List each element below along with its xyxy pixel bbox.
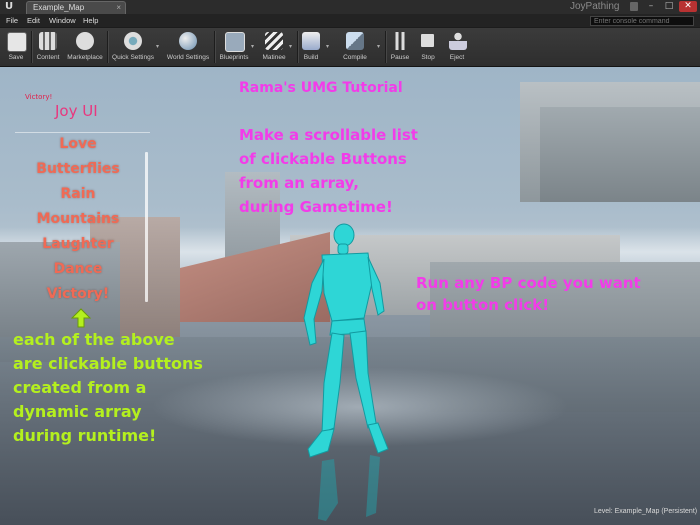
list-scrollbar[interactable] — [145, 152, 148, 302]
list-button-victory[interactable]: Victory! — [18, 286, 138, 302]
explanation-line: each of the above — [13, 330, 175, 349]
close-window-button[interactable]: ✕ — [679, 1, 697, 12]
matinee-dropdown-icon[interactable]: ▾ — [289, 43, 292, 50]
compile-label: Compile — [343, 54, 367, 61]
menu-bar: File Edit Window Help — [0, 14, 700, 27]
minimize-button[interactable]: – — [642, 1, 660, 12]
world-settings-label: World Settings — [166, 54, 210, 61]
toolbar-separator — [385, 31, 387, 63]
level-viewport[interactable]: Victory! Joy UI Love Butterflies Rain Mo… — [0, 67, 700, 525]
build-label: Build — [303, 54, 319, 61]
compile-icon — [346, 32, 364, 50]
bp-note-line: on button click! — [416, 296, 550, 314]
toolbar-separator — [107, 31, 109, 63]
explanation-line: dynamic array — [13, 402, 142, 421]
toolbar-separator — [31, 31, 33, 63]
menu-edit[interactable]: Edit — [27, 14, 40, 27]
tab-close-icon[interactable]: × — [116, 2, 121, 14]
stop-label: Stop — [421, 54, 435, 61]
list-button-dance[interactable]: Dance — [18, 261, 138, 277]
description-line: during Gametime! — [239, 198, 393, 216]
blueprints-dropdown-icon[interactable]: ▾ — [251, 43, 254, 50]
save-button[interactable]: Save — [4, 28, 28, 66]
description-line: of clickable Buttons — [239, 150, 407, 168]
menu-window[interactable]: Window — [49, 14, 76, 27]
marketplace-label: Marketplace — [67, 54, 103, 61]
toolbar: Save Content Marketplace Quick Settings … — [0, 28, 700, 67]
list-button-mountains[interactable]: Mountains — [18, 211, 138, 227]
description-line: Make a scrollable list — [239, 126, 418, 144]
stop-button[interactable]: Stop — [417, 28, 439, 66]
list-button-butterflies[interactable]: Butterflies — [18, 161, 138, 177]
pause-icon — [391, 32, 409, 50]
eject-label: Eject — [449, 54, 465, 61]
explanation-line: created from a — [13, 378, 147, 397]
save-icon — [7, 32, 27, 52]
pause-label: Pause — [390, 54, 410, 61]
eject-icon — [449, 32, 467, 50]
matinee-icon — [265, 32, 283, 50]
blueprints-icon — [225, 32, 245, 52]
list-button-love[interactable]: Love — [18, 136, 138, 152]
victory-small-text: Victory! — [25, 93, 53, 101]
tutorial-title: Rama's UMG Tutorial — [239, 80, 403, 96]
scene-block — [540, 107, 700, 202]
content-label: Content — [36, 54, 60, 61]
maximize-button[interactable]: □ — [660, 1, 678, 12]
marketplace-icon — [76, 32, 94, 50]
bp-note-line: Run any BP code you want — [416, 274, 641, 292]
blueprints-label: Blueprints — [219, 54, 249, 61]
content-button[interactable]: Content — [35, 28, 61, 66]
quick-settings-button[interactable]: Quick Settings — [110, 28, 156, 66]
compile-button[interactable]: Compile — [340, 28, 370, 66]
build-button[interactable]: Build — [300, 28, 322, 66]
matinee-button[interactable]: Matinee — [259, 28, 289, 66]
toolbar-separator — [214, 31, 216, 63]
menu-help[interactable]: Help — [83, 14, 98, 27]
explanation-line: are clickable buttons — [13, 354, 203, 373]
document-tab-label: Example_Map — [33, 3, 85, 12]
matinee-label: Matinee — [262, 54, 286, 61]
notification-icon[interactable] — [630, 2, 638, 11]
document-tab[interactable]: Example_Map × — [26, 1, 126, 14]
stop-icon — [421, 34, 434, 47]
title-bar: U Example_Map × JoyPathing – □ ✕ — [0, 0, 700, 15]
list-button-laughter[interactable]: Laughter — [18, 236, 138, 252]
console-command-input[interactable] — [590, 16, 694, 26]
build-icon — [302, 32, 320, 50]
joy-ui-title: Joy UI — [55, 102, 98, 120]
world-settings-icon — [179, 32, 197, 50]
mannequin-character — [303, 223, 389, 521]
content-browser-icon — [39, 32, 57, 50]
description-line: from an array, — [239, 174, 359, 192]
toolbar-separator — [297, 31, 299, 63]
world-settings-button[interactable]: World Settings — [165, 28, 211, 66]
explanation-line: during runtime! — [13, 426, 157, 445]
compile-dropdown-icon[interactable]: ▾ — [377, 43, 380, 50]
pause-button[interactable]: Pause — [389, 28, 411, 66]
quick-settings-dropdown-icon[interactable]: ▾ — [156, 43, 159, 50]
quick-settings-icon — [124, 32, 142, 50]
build-dropdown-icon[interactable]: ▾ — [326, 43, 329, 50]
level-name-label: Level: Example_Map (Persistent) — [594, 508, 698, 515]
quick-settings-label: Quick Settings — [112, 54, 154, 61]
marketplace-button[interactable]: Marketplace — [66, 28, 104, 66]
project-name: JoyPathing — [570, 1, 620, 12]
list-divider — [15, 132, 150, 133]
list-button-rain[interactable]: Rain — [18, 186, 138, 202]
arrow-up-icon — [70, 308, 92, 328]
save-label: Save — [8, 54, 24, 61]
eject-button[interactable]: Eject — [445, 28, 469, 66]
unreal-logo-icon: U — [4, 1, 14, 12]
menu-file[interactable]: File — [6, 14, 18, 27]
blueprints-button[interactable]: Blueprints — [217, 28, 251, 66]
